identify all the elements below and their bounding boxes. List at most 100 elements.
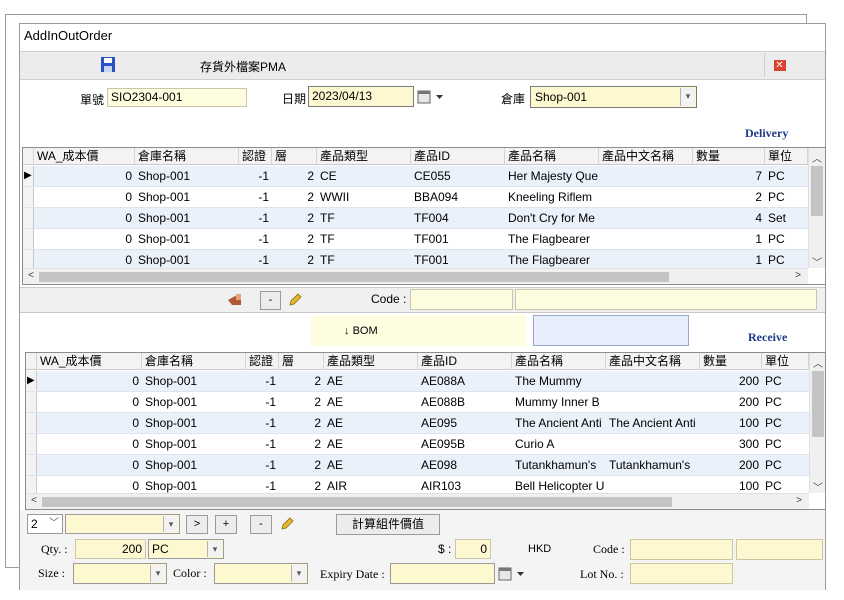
- row-selector[interactable]: [26, 413, 37, 433]
- table-cell[interactable]: TF001: [411, 229, 505, 249]
- qty-field[interactable]: 200: [75, 539, 146, 559]
- table-cell[interactable]: 4: [693, 208, 765, 228]
- table-cell[interactable]: PC: [762, 392, 809, 412]
- receive-hscroll[interactable]: < >: [26, 493, 809, 509]
- row-selector[interactable]: [23, 187, 34, 207]
- scroll-right-icon[interactable]: >: [791, 270, 805, 281]
- warehouse-select[interactable]: Shop-001 ▾: [530, 86, 697, 108]
- table-cell[interactable]: 0: [34, 166, 135, 186]
- size-select[interactable]: ▾: [73, 563, 167, 584]
- table-cell[interactable]: 2: [279, 434, 324, 454]
- table-cell[interactable]: CE: [317, 166, 411, 186]
- table-cell[interactable]: Shop-001: [142, 371, 246, 391]
- remove-button[interactable]: -: [250, 515, 272, 534]
- table-cell[interactable]: 0: [37, 455, 142, 475]
- table-cell[interactable]: Shop-001: [135, 166, 239, 186]
- expiry-date-field[interactable]: [390, 563, 495, 584]
- table-cell[interactable]: [599, 229, 693, 249]
- table-cell[interactable]: The Mummy: [512, 371, 606, 391]
- scroll-thumb[interactable]: [39, 272, 669, 282]
- table-cell[interactable]: [599, 187, 693, 207]
- table-cell[interactable]: Shop-001: [135, 208, 239, 228]
- table-cell[interactable]: 2: [279, 455, 324, 475]
- table-cell[interactable]: AE098: [418, 455, 512, 475]
- code-desc-field[interactable]: [736, 539, 823, 560]
- color-select[interactable]: ▾: [214, 563, 308, 584]
- row-selector[interactable]: ▶: [23, 166, 34, 186]
- component-select[interactable]: ▾: [65, 514, 180, 534]
- table-row[interactable]: ▶ 0 Shop-001 -1 2 CE CE055 Her Majesty Que 7 PC: [23, 166, 808, 187]
- scroll-left-icon[interactable]: <: [24, 270, 38, 281]
- table-cell[interactable]: Shop-001: [142, 413, 246, 433]
- scroll-down-icon[interactable]: ﹀: [810, 254, 824, 269]
- table-cell[interactable]: AE: [324, 455, 418, 475]
- level-select[interactable]: 2 ﹀: [27, 514, 63, 534]
- delivery-grid[interactable]: WA_成本價 倉庫名稱 認證 層 產品類型 產品ID 產品名稱 產品中文名稱 數…: [22, 147, 826, 285]
- table-cell[interactable]: -1: [239, 208, 272, 228]
- table-cell[interactable]: -1: [246, 434, 279, 454]
- next-button[interactable]: >: [186, 515, 208, 534]
- table-cell[interactable]: 2: [272, 229, 317, 249]
- table-cell[interactable]: 2: [693, 187, 765, 207]
- table-cell[interactable]: Shop-001: [142, 434, 246, 454]
- table-cell[interactable]: Shop-001: [135, 229, 239, 249]
- table-cell[interactable]: -1: [239, 166, 272, 186]
- lot-no-field[interactable]: [630, 563, 733, 584]
- scroll-thumb[interactable]: [42, 497, 672, 507]
- table-cell[interactable]: Tutankhamun's: [606, 455, 700, 475]
- table-cell[interactable]: CE055: [411, 166, 505, 186]
- order-no-field[interactable]: SIO2304-001: [107, 88, 247, 107]
- table-cell[interactable]: AE: [324, 371, 418, 391]
- delivery-code-desc-field[interactable]: [515, 289, 817, 310]
- code-field[interactable]: [630, 539, 733, 560]
- calendar-button[interactable]: [416, 88, 446, 106]
- table-cell[interactable]: AE095B: [418, 434, 512, 454]
- table-cell[interactable]: AE088A: [418, 371, 512, 391]
- table-cell[interactable]: PC: [762, 371, 809, 391]
- table-cell[interactable]: [606, 371, 700, 391]
- table-cell[interactable]: Her Majesty Que: [505, 166, 599, 186]
- table-cell[interactable]: [599, 208, 693, 228]
- table-cell[interactable]: TF004: [411, 208, 505, 228]
- table-cell[interactable]: The Ancient Anti: [606, 413, 700, 433]
- table-cell[interactable]: Tutankhamun's: [512, 455, 606, 475]
- table-cell[interactable]: 200: [700, 455, 762, 475]
- table-cell[interactable]: 200: [700, 392, 762, 412]
- delivery-code-field[interactable]: [410, 289, 513, 310]
- receive-grid[interactable]: WA_成本價 倉庫名稱 認證 層 產品類型 產品ID 產品名稱 產品中文名稱 數…: [25, 352, 826, 510]
- receive-vscroll[interactable]: ︿ ﹀: [809, 353, 825, 494]
- table-cell[interactable]: Set: [765, 208, 808, 228]
- table-cell[interactable]: TF: [317, 208, 411, 228]
- table-cell[interactable]: 2: [279, 371, 324, 391]
- table-cell[interactable]: Shop-001: [135, 187, 239, 207]
- table-cell[interactable]: 0: [37, 392, 142, 412]
- table-cell[interactable]: 2: [272, 208, 317, 228]
- delivery-edit-button[interactable]: [287, 292, 303, 308]
- delivery-hand-button[interactable]: [226, 291, 244, 309]
- table-cell[interactable]: 0: [37, 371, 142, 391]
- table-cell[interactable]: AE: [324, 392, 418, 412]
- table-cell[interactable]: PC: [762, 434, 809, 454]
- scroll-down-icon[interactable]: ﹀: [811, 479, 825, 494]
- table-row[interactable]: 0 Shop-001 -1 2 AE AE088B Mummy Inner B 200 PC: [26, 392, 809, 413]
- table-cell[interactable]: 100: [700, 413, 762, 433]
- close-button[interactable]: ✕: [764, 53, 794, 77]
- scroll-thumb[interactable]: [812, 371, 824, 437]
- row-selector[interactable]: [26, 434, 37, 454]
- table-row[interactable]: 0 Shop-001 -1 2 TF TF001 The Flagbearer 1 PC: [23, 229, 808, 250]
- table-cell[interactable]: TF: [317, 229, 411, 249]
- table-cell[interactable]: -1: [246, 413, 279, 433]
- table-cell[interactable]: -1: [246, 455, 279, 475]
- table-cell[interactable]: 2: [272, 187, 317, 207]
- row-selector[interactable]: [23, 250, 34, 270]
- table-cell[interactable]: Shop-001: [142, 392, 246, 412]
- table-cell[interactable]: 0: [34, 250, 135, 270]
- table-cell[interactable]: PC: [762, 413, 809, 433]
- table-cell[interactable]: PC: [765, 250, 808, 270]
- table-row[interactable]: 0 Shop-001 -1 2 TF TF004 Don't Cry for Me 4 Set: [23, 208, 808, 229]
- table-cell[interactable]: 2: [272, 250, 317, 270]
- table-row[interactable]: 0 Shop-001 -1 2 AE AE095B Curio A 300 PC: [26, 434, 809, 455]
- table-cell[interactable]: Shop-001: [135, 250, 239, 270]
- table-cell[interactable]: PC: [765, 166, 808, 186]
- table-cell[interactable]: AE: [324, 434, 418, 454]
